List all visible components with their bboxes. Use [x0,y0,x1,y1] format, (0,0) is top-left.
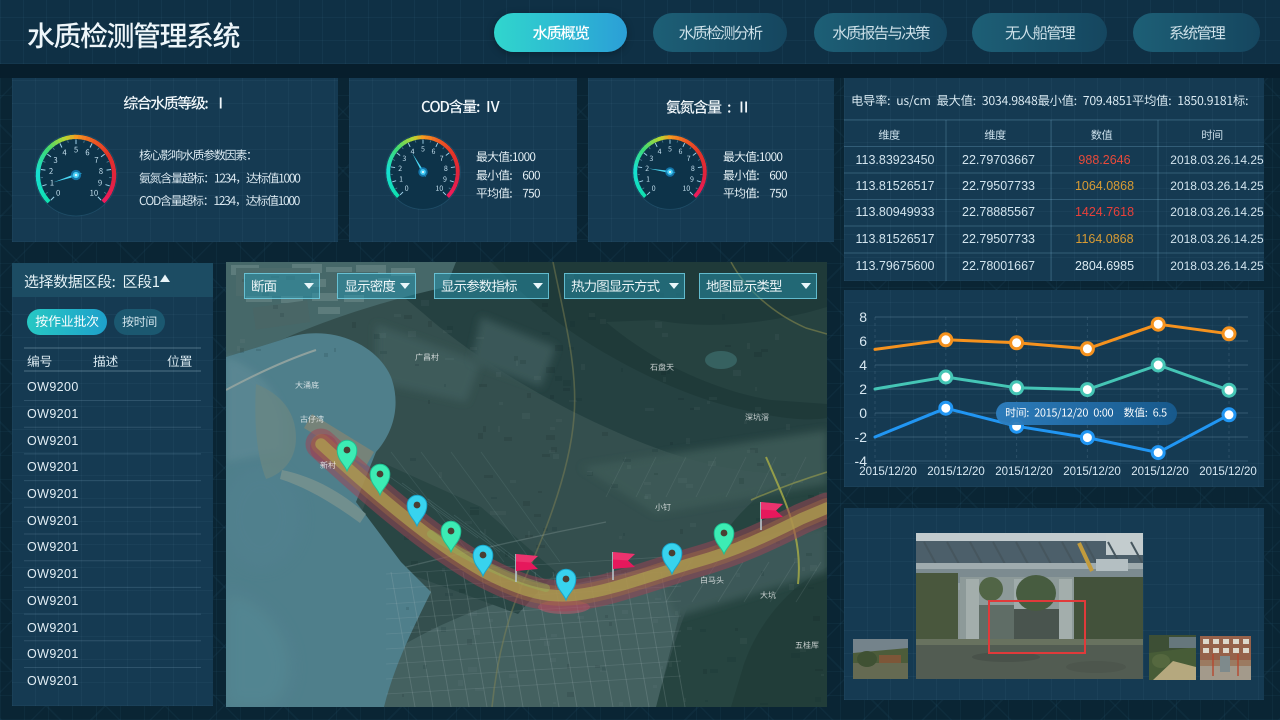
svg-text:6: 6 [859,333,867,349]
svg-text:2015/12/20: 2015/12/20 [927,466,985,478]
svg-text:2015/12/20: 2015/12/20 [859,466,917,478]
svg-text:2: 2 [859,381,867,397]
svg-text:8: 8 [859,309,867,325]
svg-text:2015/12/20: 2015/12/20 [1199,466,1257,478]
svg-text:0: 0 [859,405,867,421]
svg-text:-2: -2 [855,429,868,445]
svg-text:2015/12/20: 2015/12/20 [1063,466,1121,478]
svg-text:4: 4 [859,357,867,373]
svg-text:2015/12/20: 2015/12/20 [995,466,1053,478]
svg-text:2015/12/20: 2015/12/20 [1131,466,1189,478]
